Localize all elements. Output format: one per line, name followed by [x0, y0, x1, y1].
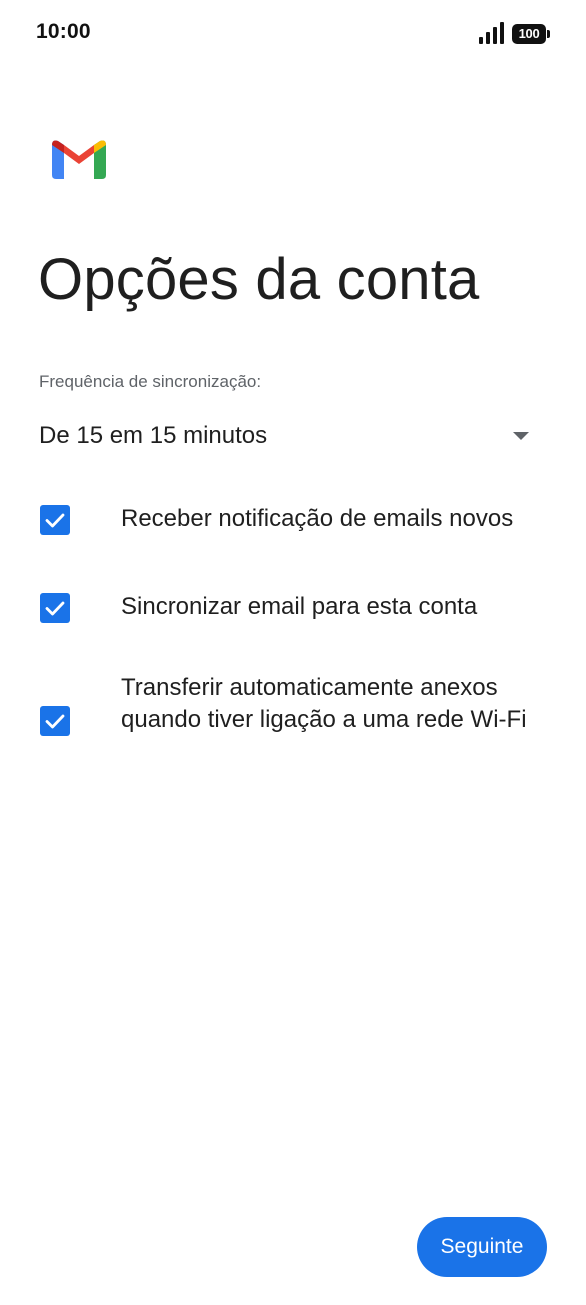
- check-icon: [45, 714, 65, 729]
- status-bar: 10:00 100: [0, 0, 586, 68]
- check-icon: [45, 601, 65, 616]
- status-time: 10:00: [36, 20, 91, 43]
- sync-email-checkbox[interactable]: [40, 593, 70, 623]
- sync-frequency-select[interactable]: De 15 em 15 minutos: [39, 414, 539, 458]
- battery-level: 100: [518, 26, 540, 41]
- gmail-logo-icon: [52, 140, 106, 179]
- auto-download-attachments-checkbox[interactable]: [40, 706, 70, 736]
- option-auto-download-attachments[interactable]: Transferir automaticamente anexos quando…: [0, 672, 586, 772]
- option-sync-email[interactable]: Sincronizar email para esta conta: [0, 588, 586, 628]
- signal-icon: [479, 22, 504, 44]
- battery-tip: [547, 30, 550, 38]
- sync-email-label: Sincronizar email para esta conta: [121, 593, 478, 620]
- next-button[interactable]: Seguinte: [417, 1217, 547, 1277]
- page-title: Opções da conta: [38, 247, 480, 312]
- option-notify-new-emails[interactable]: Receber notificação de emails novos: [0, 500, 586, 540]
- notify-new-emails-label: Receber notificação de emails novos: [121, 505, 514, 532]
- sync-frequency-value: De 15 em 15 minutos: [39, 422, 268, 449]
- dropdown-arrow-icon: [513, 432, 529, 440]
- auto-download-attachments-label: Transferir automaticamente anexos quando…: [121, 674, 527, 733]
- sync-frequency-label: Frequência de sincronização:: [39, 372, 262, 391]
- battery-icon: 100: [512, 24, 550, 44]
- notify-new-emails-checkbox[interactable]: [40, 505, 70, 535]
- check-icon: [45, 513, 65, 528]
